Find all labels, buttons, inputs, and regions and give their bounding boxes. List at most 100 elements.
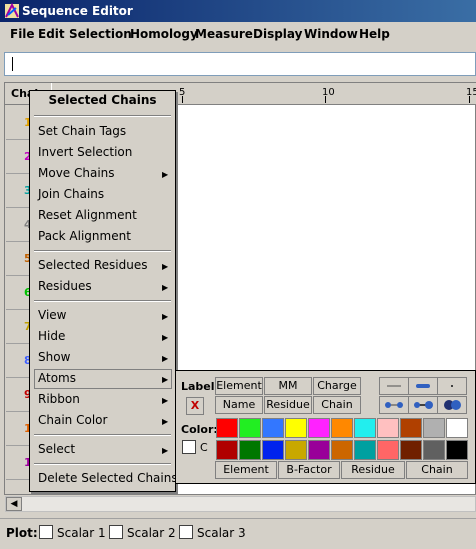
ruler-tick: [182, 96, 183, 103]
color-swatch[interactable]: [285, 418, 307, 438]
submenu-arrow-icon: ▶: [162, 375, 169, 384]
color-swatch[interactable]: [377, 440, 399, 460]
label-heading: Label:: [181, 380, 219, 393]
ruler-tick: [325, 96, 326, 103]
scalar-2-label: Scalar 2: [127, 526, 176, 540]
scalar-1-label: Scalar 1: [57, 526, 106, 540]
menu-item-view[interactable]: View: [38, 308, 66, 322]
label-name-button[interactable]: Name: [215, 396, 263, 414]
menu-item-select[interactable]: Select: [38, 442, 75, 456]
text-caret: [12, 57, 13, 71]
line-style-icon[interactable]: [379, 377, 409, 395]
menu-item-reset-alignment[interactable]: Reset Alignment: [38, 208, 137, 222]
color-swatch[interactable]: [377, 418, 399, 438]
color-swatch[interactable]: [285, 440, 307, 460]
submenu-arrow-icon: ▶: [162, 262, 169, 271]
ball-stick-icon[interactable]: [379, 396, 409, 414]
clear-label-button[interactable]: X: [186, 397, 204, 415]
menu-separator: [34, 300, 171, 302]
ruler-label-10: 10: [322, 87, 335, 98]
color-swatch[interactable]: [308, 440, 330, 460]
color-by-bfactor-button[interactable]: B-Factor: [278, 461, 340, 479]
menu-title: Selected Chains: [48, 93, 157, 107]
color-checkbox[interactable]: [182, 440, 196, 454]
menu-display[interactable]: Display: [253, 27, 302, 41]
color-swatch[interactable]: [354, 440, 376, 460]
menu-item-atoms[interactable]: Atoms: [38, 371, 76, 385]
color-swatch[interactable]: [239, 440, 261, 460]
color-swatch[interactable]: [446, 418, 468, 438]
submenu-arrow-icon: ▶: [162, 396, 169, 405]
color-swatch[interactable]: [331, 418, 353, 438]
label-charge-button[interactable]: Charge: [313, 377, 361, 395]
submenu-arrow-icon: ▶: [162, 333, 169, 342]
ruler-tick: [469, 96, 470, 103]
horizontal-scrollbar[interactable]: [5, 496, 476, 512]
label-element-button[interactable]: Element: [215, 377, 263, 395]
menu-item-hide[interactable]: Hide: [38, 329, 65, 343]
scalar-2-checkbox[interactable]: [109, 525, 123, 539]
sphere-style-icon[interactable]: [437, 396, 467, 414]
menu-item-ribbon[interactable]: Ribbon: [38, 392, 80, 406]
command-input[interactable]: [4, 52, 476, 76]
menu-bar: File Edit Selection Homology Measure Dis…: [0, 22, 476, 48]
color-swatch[interactable]: [239, 418, 261, 438]
ruler-label-15: 15: [466, 87, 476, 98]
menu-separator: [34, 434, 171, 436]
color-swatch[interactable]: [354, 418, 376, 438]
menu-selection[interactable]: Selection: [69, 27, 132, 41]
point-style-icon[interactable]: [437, 377, 467, 395]
color-swatch[interactable]: [216, 440, 238, 460]
color-by-chain-button[interactable]: Chain: [406, 461, 468, 479]
menu-homology[interactable]: Homology: [130, 27, 198, 41]
cpk-stick-icon[interactable]: [408, 396, 438, 414]
menu-item-join-chains[interactable]: Join Chains: [38, 187, 104, 201]
menu-window[interactable]: Window: [304, 27, 358, 41]
color-swatch[interactable]: [423, 440, 445, 460]
color-by-residue-button[interactable]: Residue: [341, 461, 405, 479]
color-checkbox-label: C: [200, 441, 208, 454]
submenu-arrow-icon: ▶: [162, 283, 169, 292]
scalar-1-checkbox[interactable]: [39, 525, 53, 539]
tube-style-icon[interactable]: [408, 377, 438, 395]
submenu-arrow-icon: ▶: [162, 312, 169, 321]
color-swatch[interactable]: [216, 418, 238, 438]
color-swatch[interactable]: [331, 440, 353, 460]
label-mm-button[interactable]: MM: [264, 377, 312, 395]
plot-bar: Plot: Scalar 1 Scalar 2 Scalar 3: [0, 518, 476, 549]
menu-help[interactable]: Help: [359, 27, 390, 41]
scalar-3-label: Scalar 3: [197, 526, 246, 540]
submenu-arrow-icon: ▶: [162, 170, 169, 179]
scroll-left-arrow-icon[interactable]: ◀: [6, 497, 22, 511]
color-swatch[interactable]: [262, 418, 284, 438]
menu-item-show[interactable]: Show: [38, 350, 70, 364]
menu-measure[interactable]: Measure: [195, 27, 253, 41]
color-swatch[interactable]: [400, 440, 422, 460]
menu-file[interactable]: File: [10, 27, 35, 41]
menu-item-pack-alignment[interactable]: Pack Alignment: [38, 229, 131, 243]
label-chain-button[interactable]: Chain: [313, 396, 361, 414]
menu-item-set-chain-tags[interactable]: Set Chain Tags: [38, 124, 126, 138]
title-bar: Sequence Editor: [0, 0, 476, 22]
plot-label: Plot:: [6, 526, 38, 540]
color-swatch[interactable]: [446, 440, 468, 460]
color-swatch[interactable]: [400, 418, 422, 438]
menu-separator: [34, 115, 171, 117]
submenu-arrow-icon: ▶: [162, 446, 169, 455]
color-swatch[interactable]: [262, 440, 284, 460]
color-swatch[interactable]: [423, 418, 445, 438]
scalar-3-checkbox[interactable]: [179, 525, 193, 539]
menu-item-residues[interactable]: Residues: [38, 279, 92, 293]
menu-item-move-chains[interactable]: Move Chains: [38, 166, 115, 180]
menu-item-selected-residues[interactable]: Selected Residues: [38, 258, 147, 272]
menu-item-chain-color[interactable]: Chain Color: [38, 413, 107, 427]
menu-item-invert-selection[interactable]: Invert Selection: [38, 145, 132, 159]
menu-edit[interactable]: Edit: [38, 27, 65, 41]
menu-item-delete-selected-chains[interactable]: Delete Selected Chains: [38, 471, 178, 485]
color-by-element-button[interactable]: Element: [215, 461, 277, 479]
label-residue-button[interactable]: Residue: [264, 396, 312, 414]
color-swatch[interactable]: [308, 418, 330, 438]
submenu-arrow-icon: ▶: [162, 354, 169, 363]
menu-separator: [34, 463, 171, 465]
submenu-arrow-icon: ▶: [162, 417, 169, 426]
